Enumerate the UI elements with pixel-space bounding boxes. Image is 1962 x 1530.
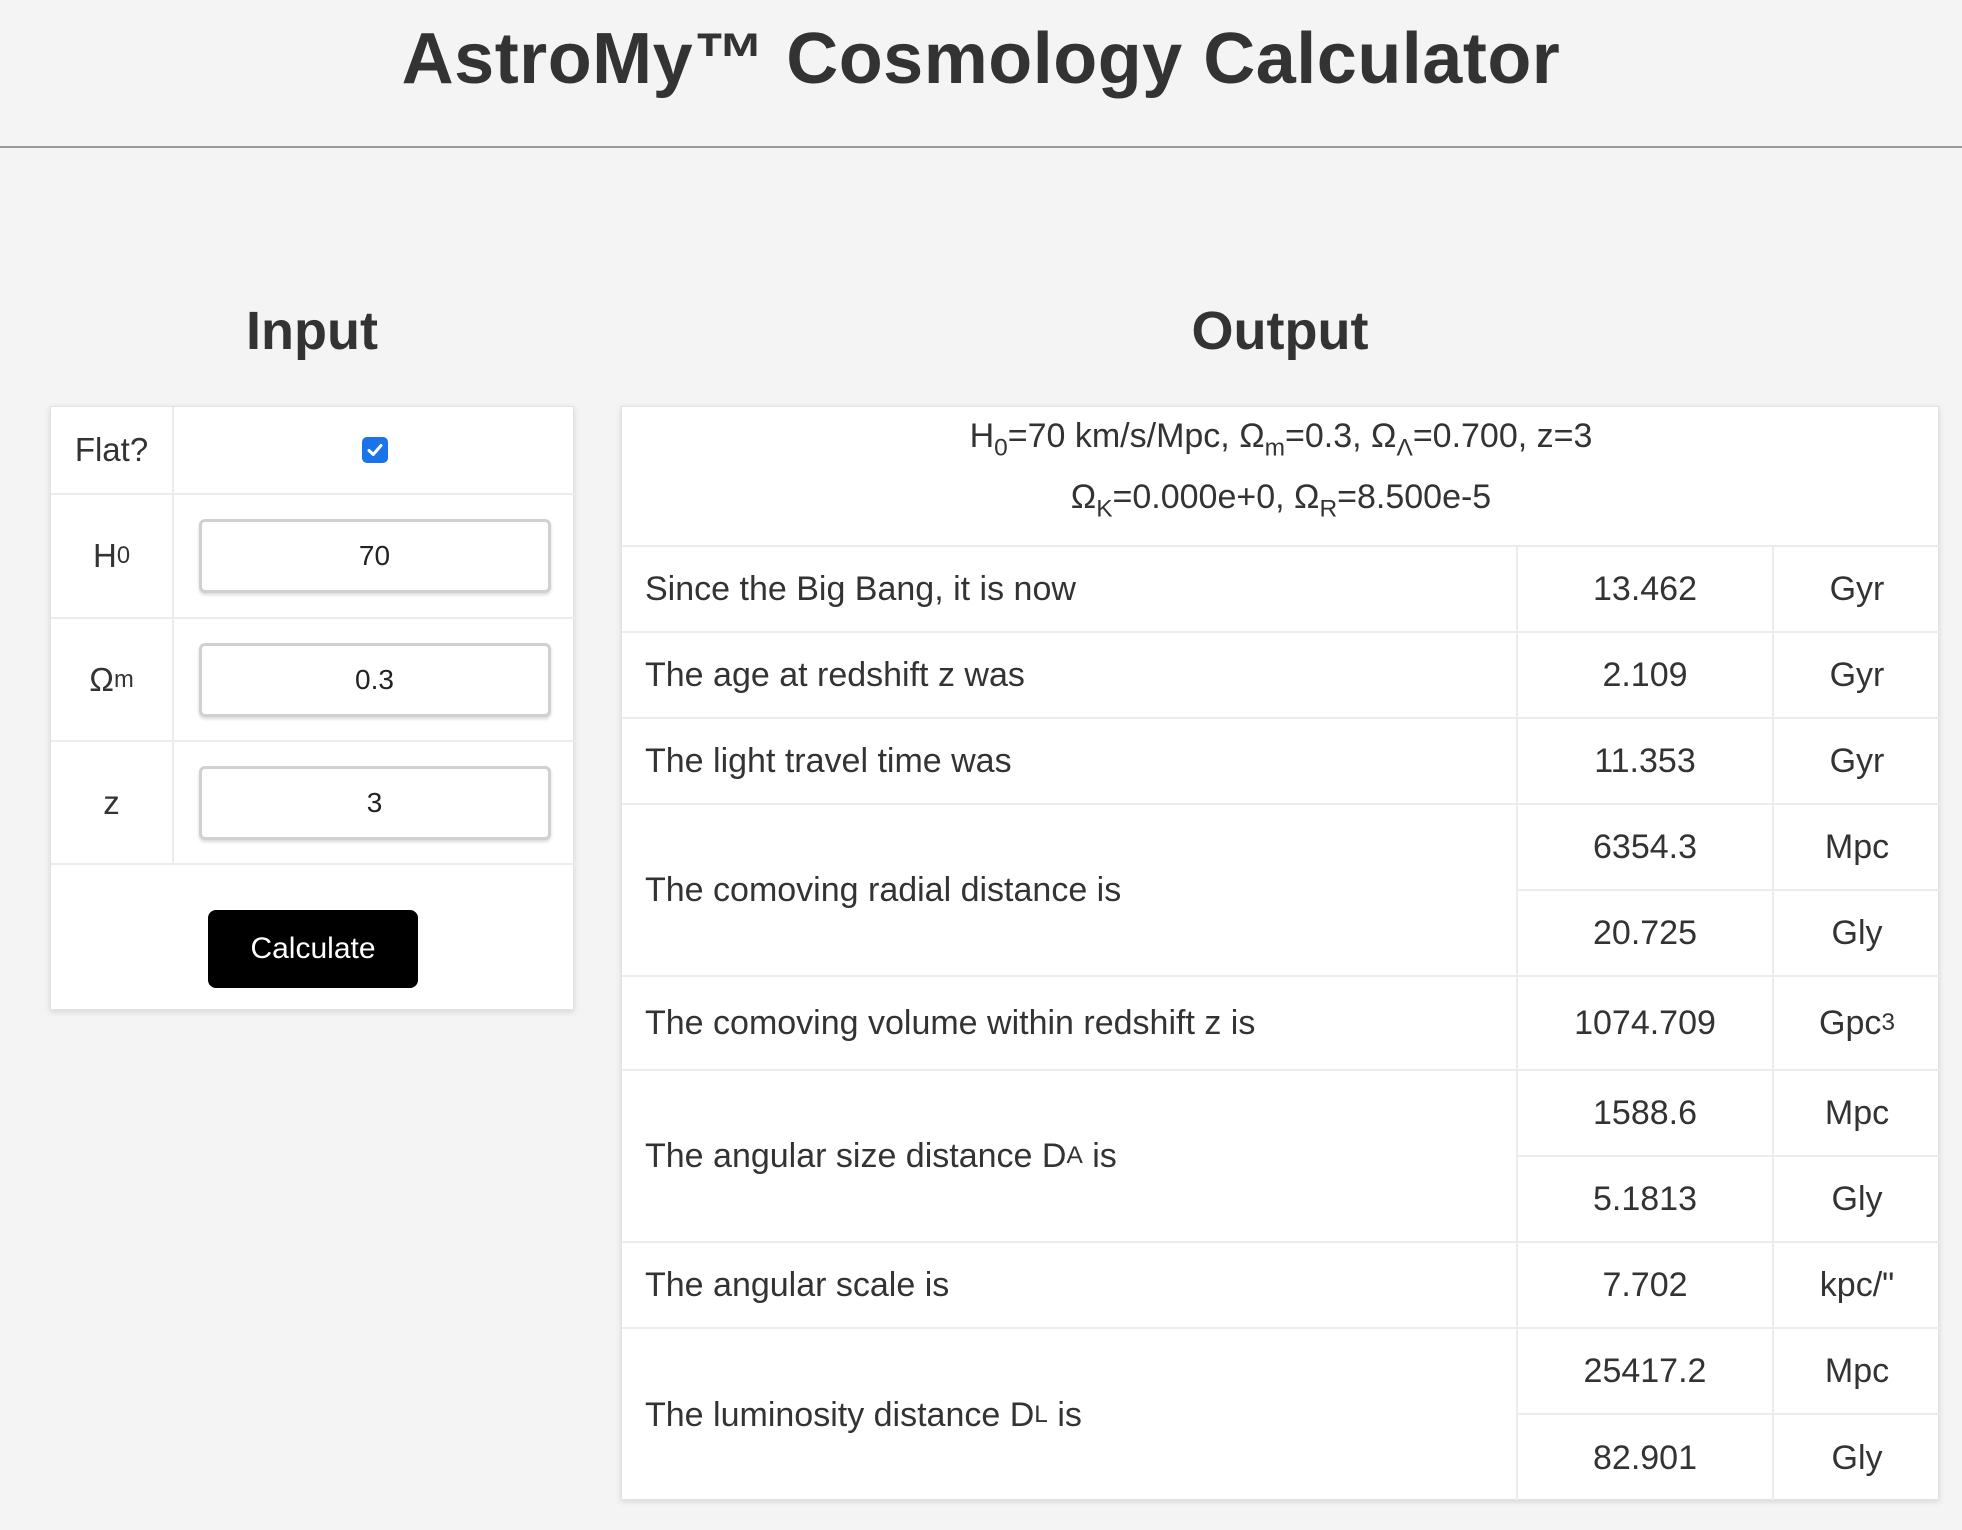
calculate-button[interactable]: Calculate — [208, 910, 418, 988]
angular-size-gly-unit: Gly — [1774, 1157, 1940, 1243]
light-travel-unit: Gyr — [1774, 719, 1940, 805]
angular-scale-unit: kpc/" — [1774, 1243, 1940, 1329]
age-now-unit: Gyr — [1774, 547, 1940, 633]
omega-m-row: Ωm — [51, 619, 575, 742]
flat-label: Flat? — [51, 407, 174, 493]
z-row: z — [51, 742, 575, 865]
comoving-radial-mpc-value: 6354.3 — [1518, 805, 1774, 891]
angular-scale-label: The angular scale is — [622, 1243, 1518, 1329]
checkmark-icon — [367, 444, 382, 456]
z-label: z — [51, 742, 174, 863]
summary-line-1: H0=70 km/s/Mpc, Ωm=0.3, ΩΛ=0.700, z=3 — [969, 417, 1593, 462]
comoving-radial-gly-value: 20.725 — [1518, 891, 1774, 977]
page-title: AstroMy™ Cosmology Calculator — [401, 19, 1561, 99]
comoving-volume-value: 1074.709 — [1518, 977, 1774, 1071]
luminosity-mpc-unit: Mpc — [1774, 1329, 1940, 1415]
age-now-label: Since the Big Bang, it is now — [622, 547, 1518, 633]
luminosity-mpc-value: 25417.2 — [1518, 1329, 1774, 1415]
age-z-unit: Gyr — [1774, 633, 1940, 719]
flat-checkbox[interactable] — [361, 437, 388, 463]
h0-label: H0 — [51, 495, 174, 617]
angular-scale-value: 7.702 — [1518, 1243, 1774, 1329]
z-input[interactable] — [198, 765, 551, 840]
output-summary: H0=70 km/s/Mpc, Ωm=0.3, ΩΛ=0.700, z=3 ΩK… — [622, 407, 1940, 547]
age-z-label: The age at redshift z was — [622, 633, 1518, 719]
angular-size-mpc-value: 1588.6 — [1518, 1071, 1774, 1157]
angular-size-mpc-unit: Mpc — [1774, 1071, 1940, 1157]
luminosity-gly-value: 82.901 — [1518, 1415, 1774, 1501]
h0-row: H0 — [51, 495, 575, 619]
comoving-radial-mpc-unit: Mpc — [1774, 805, 1940, 891]
age-now-value: 13.462 — [1518, 547, 1774, 633]
light-travel-label: The light travel time was — [622, 719, 1518, 805]
summary-line-2: ΩK=0.000e+0, ΩR=8.500e-5 — [1070, 478, 1492, 523]
output-section-title: Output — [1191, 301, 1369, 361]
omega-m-input[interactable] — [198, 642, 551, 717]
comoving-radial-gly-unit: Gly — [1774, 891, 1940, 977]
omega-m-label: Ωm — [51, 619, 174, 740]
comoving-volume-unit: Gpc 3 — [1774, 977, 1940, 1071]
age-z-value: 2.109 — [1518, 633, 1774, 719]
h0-input[interactable] — [198, 519, 551, 593]
luminosity-gly-unit: Gly — [1831, 1438, 1883, 1477]
angular-size-gly-value: 5.1813 — [1518, 1157, 1774, 1243]
input-section-title: Input — [246, 301, 378, 361]
luminosity-label: The luminosity distance DL is — [622, 1329, 1518, 1501]
comoving-volume-label: The comoving volume within redshift z is — [622, 977, 1518, 1071]
comoving-radial-label: The comoving radial distance is — [622, 805, 1518, 977]
output-panel: H0=70 km/s/Mpc, Ωm=0.3, ΩΛ=0.700, z=3 ΩK… — [621, 406, 1940, 1501]
flat-row: Flat? — [51, 407, 575, 495]
angular-size-label: The angular size distance DA is — [622, 1071, 1518, 1243]
input-panel: Flat? H0 Ωm z Calculate — [50, 406, 575, 1010]
light-travel-value: 11.353 — [1518, 719, 1774, 805]
page-header: AstroMy™ Cosmology Calculator — [0, 0, 1962, 148]
